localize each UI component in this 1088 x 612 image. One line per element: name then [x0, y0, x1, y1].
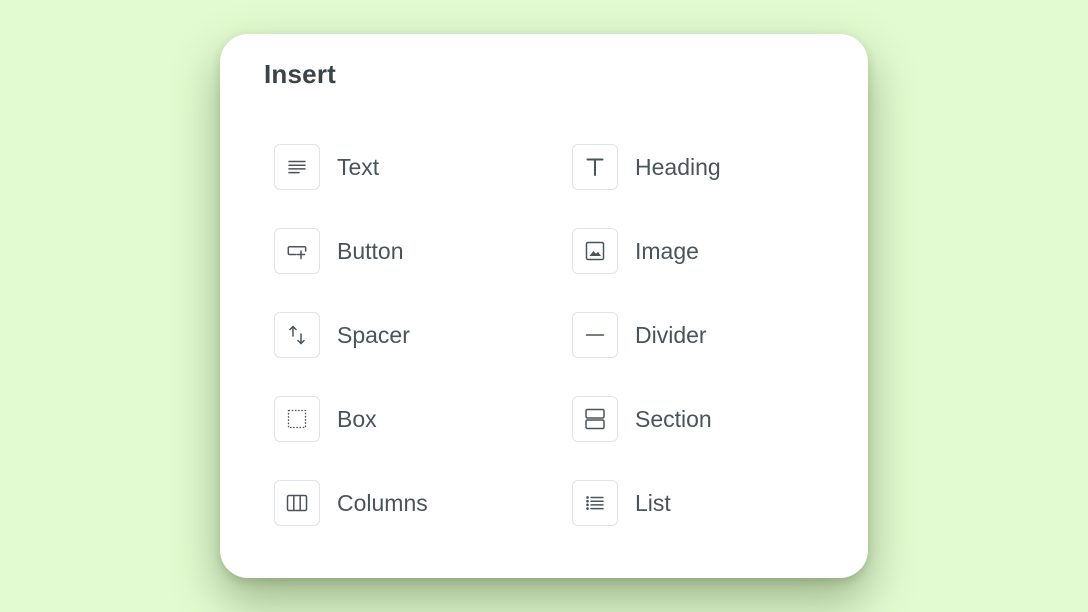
insert-list-label: List	[635, 489, 671, 516]
insert-section-option[interactable]: Section	[572, 395, 832, 443]
insert-columns-option[interactable]: Columns	[274, 479, 572, 527]
insert-text-option[interactable]: Text	[274, 143, 572, 191]
insert-button-option[interactable]: Button	[274, 227, 572, 275]
insert-image-label: Image	[635, 237, 699, 264]
spacer-arrows-icon	[274, 312, 320, 358]
dashed-box-icon	[274, 396, 320, 442]
insert-spacer-option[interactable]: Spacer	[274, 311, 572, 359]
text-align-left-icon	[274, 144, 320, 190]
list-icon	[572, 480, 618, 526]
insert-heading-label: Heading	[635, 153, 721, 180]
insert-box-label: Box	[337, 405, 377, 432]
heading-t-icon	[572, 144, 618, 190]
insert-panel: Insert Text Heading Button Image Spacer …	[220, 34, 868, 578]
panel-title: Insert	[264, 59, 337, 89]
insert-spacer-label: Spacer	[337, 321, 410, 348]
image-icon	[572, 228, 618, 274]
insert-button-label: Button	[337, 237, 404, 264]
insert-section-label: Section	[635, 405, 712, 432]
section-icon	[572, 396, 618, 442]
insert-heading-option[interactable]: Heading	[572, 143, 832, 191]
insert-divider-option[interactable]: Divider	[572, 311, 832, 359]
divider-line-icon	[572, 312, 618, 358]
insert-divider-label: Divider	[635, 321, 707, 348]
insert-options-grid: Text Heading Button Image Spacer Divider…	[274, 143, 832, 563]
button-cursor-icon	[274, 228, 320, 274]
insert-box-option[interactable]: Box	[274, 395, 572, 443]
insert-list-option[interactable]: List	[572, 479, 832, 527]
insert-text-label: Text	[337, 153, 380, 180]
insert-image-option[interactable]: Image	[572, 227, 832, 275]
insert-columns-label: Columns	[337, 489, 428, 516]
columns-icon	[274, 480, 320, 526]
